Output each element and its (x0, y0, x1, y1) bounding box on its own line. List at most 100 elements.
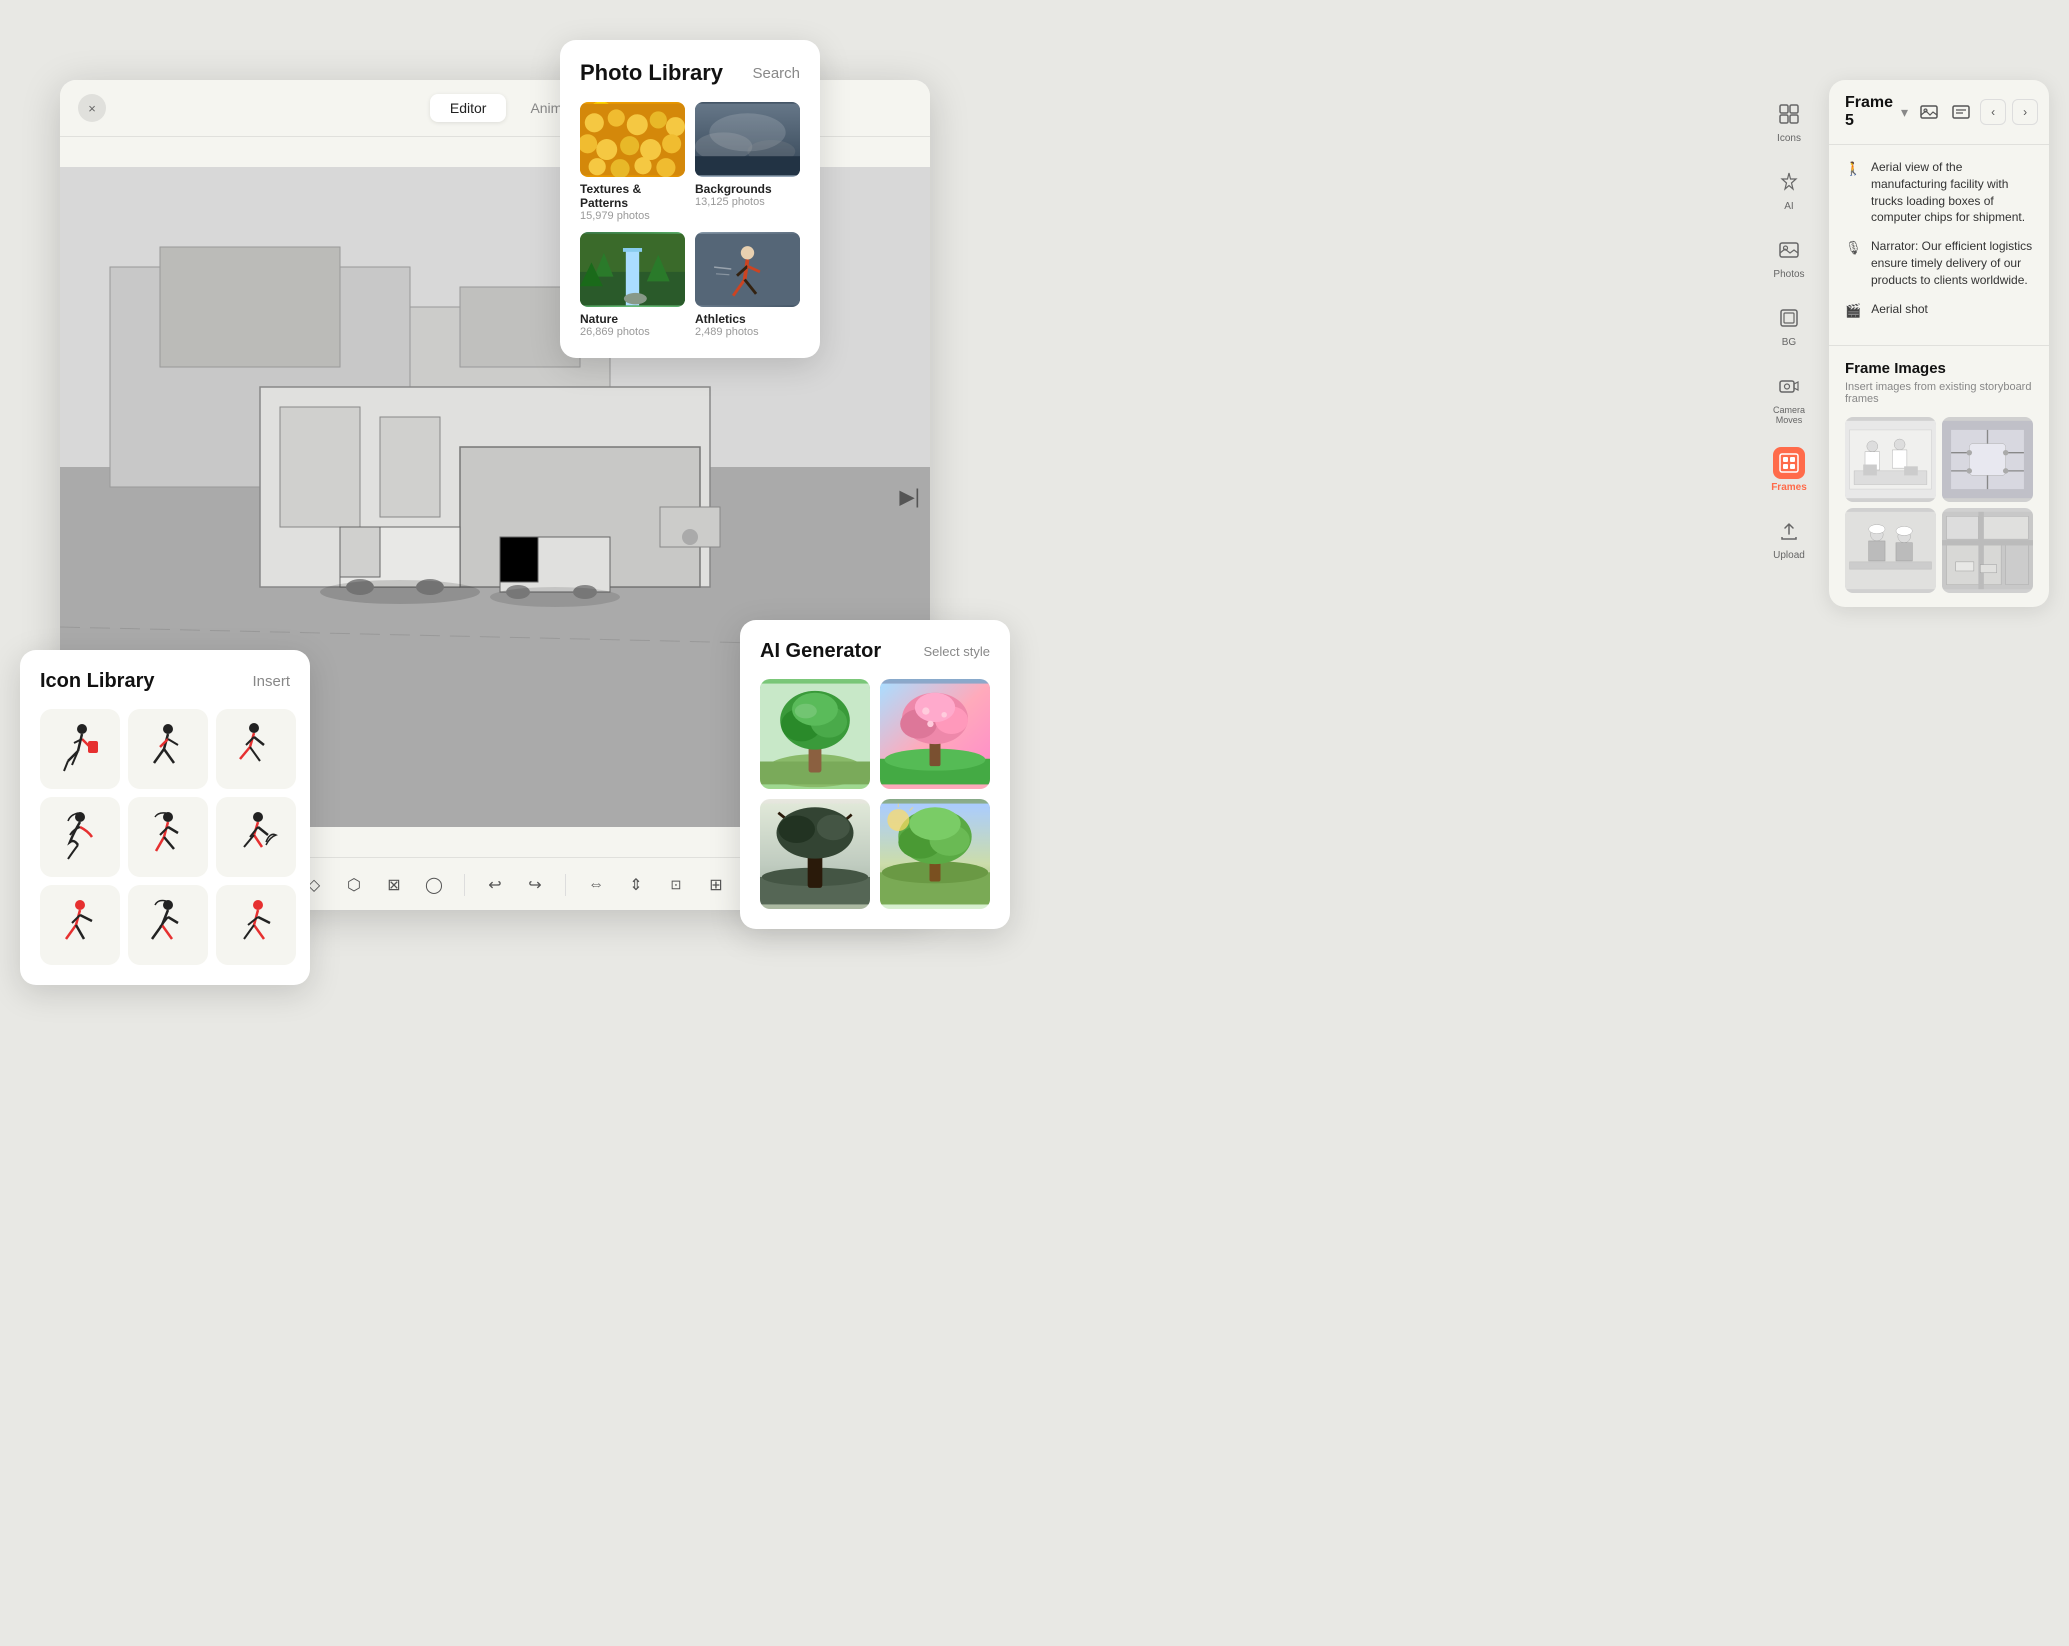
photo-label-nature: Nature (580, 312, 685, 326)
ai-image-1[interactable] (760, 679, 870, 789)
photo-thumb-backgrounds (695, 102, 800, 177)
icon-cell-2[interactable] (128, 709, 208, 789)
sidebar-tool-frames[interactable]: Frames (1765, 439, 1813, 501)
close-button[interactable]: × (78, 94, 106, 122)
photo-library-search[interactable]: Search (752, 65, 800, 82)
photo-count-textures: 15,979 photos (580, 210, 685, 222)
ai-image-2[interactable] (880, 679, 990, 789)
scene-item-1: 🚶 Aerial view of the manufacturing facil… (1845, 159, 2033, 226)
icon-cell-8[interactable] (128, 885, 208, 965)
scene-text-2: Narrator: Our efficient logistics ensure… (1871, 238, 2033, 288)
ai-generator-title: AI Generator (760, 640, 881, 663)
photo-category-nature[interactable]: Nature 26,869 photos (580, 232, 685, 338)
icon-cell-3[interactable] (216, 709, 296, 789)
icon-cell-6[interactable] (216, 797, 296, 877)
sidebar-label-ai: AI (1784, 201, 1793, 212)
shape-tool[interactable]: ◯ (420, 871, 448, 899)
sidebar-label-upload: Upload (1773, 550, 1805, 561)
redo-tool[interactable]: ↪ (521, 871, 549, 899)
icon-cell-9[interactable] (216, 885, 296, 965)
frame-images-section: Frame Images Insert images from existing… (1829, 346, 2049, 607)
frame-thumb-aerial[interactable] (1942, 508, 2033, 593)
photo-count-athletics: 2,489 photos (695, 326, 800, 338)
frame-panel-header: Frame 5 ▾ ‹ › (1829, 80, 2049, 145)
frame-images-subtitle: Insert images from existing storyboard f… (1845, 381, 2033, 405)
ai-style-selector[interactable]: Select style (924, 644, 990, 659)
toolbar-separator-1 (464, 874, 465, 896)
photo-library-header: Photo Library Search (580, 60, 800, 86)
tab-editor[interactable]: Editor (430, 94, 507, 122)
photo-category-textures[interactable]: Textures & Patterns 15,979 photos (580, 102, 685, 222)
ai-image-4[interactable] (880, 799, 990, 909)
icon-cell-7[interactable] (40, 885, 120, 965)
frame-thumb-worker[interactable] (1845, 508, 1936, 593)
frame-thumb-lab[interactable] (1845, 417, 1936, 502)
photo-count-nature: 26,869 photos (580, 326, 685, 338)
sidebar-tool-bg[interactable]: BG (1767, 294, 1811, 356)
scene-camera-icon: 🎬 (1845, 303, 1861, 319)
icon-library-title: Icon Library (40, 670, 154, 693)
photo-grid: Textures & Patterns 15,979 photos (580, 102, 800, 338)
icons-tool-icon (1773, 98, 1805, 130)
icon-library-header: Icon Library Insert (40, 670, 290, 693)
sidebar-label-icons: Icons (1777, 133, 1801, 144)
next-frame-button[interactable]: › (2012, 99, 2038, 125)
photo-label-athletics: Athletics (695, 312, 800, 326)
flip-h-tool[interactable]: ⇔ (582, 871, 610, 899)
scene-mic-icon: 🎙 (1845, 240, 1861, 256)
icon-cell-5[interactable] (128, 797, 208, 877)
photo-category-athletics[interactable]: Athletics 2,489 photos (695, 232, 800, 338)
icon-library-panel: Icon Library Insert (20, 650, 310, 985)
bg-tool-icon (1773, 302, 1805, 334)
ai-generator-header: AI Generator Select style (760, 640, 990, 663)
frame-text-icon[interactable] (1948, 99, 1974, 125)
photo-label-textures: Textures & Patterns (580, 182, 685, 210)
frames-tool-icon (1773, 447, 1805, 479)
sidebar-label-photos: Photos (1773, 269, 1804, 280)
frame-images-title: Frame Images (1845, 360, 2033, 377)
sidebar-tool-ai[interactable]: AI (1767, 158, 1811, 220)
undo-tool[interactable]: ↩ (481, 871, 509, 899)
scene-text-1: Aerial view of the manufacturing facilit… (1871, 159, 2033, 226)
upload-tool-icon (1773, 515, 1805, 547)
ai-image-3[interactable] (760, 799, 870, 909)
scene-description: 🚶 Aerial view of the manufacturing facil… (1829, 145, 2049, 346)
photo-label-backgrounds: Backgrounds (695, 182, 800, 196)
eraser-tool[interactable]: ⊠ (380, 871, 408, 899)
sidebar-tool-icons[interactable]: Icons (1767, 90, 1811, 152)
insert-image-tool[interactable]: ⊞ (702, 871, 730, 899)
fill-tool[interactable]: ⬡ (340, 871, 368, 899)
sidebar-tool-photos[interactable]: Photos (1767, 226, 1811, 288)
photo-library-title: Photo Library (580, 60, 723, 86)
sidebar-label-bg: BG (1782, 337, 1796, 348)
photos-tool-icon (1773, 234, 1805, 266)
frame-header-right: ‹ › (1916, 99, 2038, 125)
frame-image-icon[interactable] (1916, 99, 1942, 125)
sidebar-label-frames: Frames (1771, 482, 1807, 493)
prev-frame-button[interactable]: ‹ (1980, 99, 2006, 125)
photo-thumb-textures (580, 102, 685, 177)
photo-thumb-nature (580, 232, 685, 307)
ai-generator-panel: AI Generator Select style (740, 620, 1010, 929)
scene-item-2: 🎙 Narrator: Our efficient logistics ensu… (1845, 238, 2033, 288)
sidebar-tools: Icons AI Photos BG (1759, 80, 1819, 579)
scene-text-3: Aerial shot (1871, 301, 1928, 318)
icon-cell-1[interactable] (40, 709, 120, 789)
camera-tool-icon (1773, 370, 1805, 402)
icon-library-insert-button[interactable]: Insert (252, 673, 290, 690)
icon-cell-4[interactable] (40, 797, 120, 877)
frame-thumb-circuit[interactable] (1942, 417, 2033, 502)
ai-tool-icon (1773, 166, 1805, 198)
photo-category-backgrounds[interactable]: Backgrounds 13,125 photos (695, 102, 800, 222)
flip-v-tool[interactable]: ⇕ (622, 871, 650, 899)
scene-item-3: 🎬 Aerial shot (1845, 301, 2033, 319)
toolbar-separator-2 (565, 874, 566, 896)
frame-dropdown[interactable]: ▾ (1901, 104, 1908, 121)
photo-thumb-athletics (695, 232, 800, 307)
photo-library-panel: Photo Library Search (560, 40, 820, 358)
frame-thumbs-grid (1845, 417, 2033, 593)
canvas-nav-arrow[interactable]: ▶| (899, 485, 920, 510)
crop-tool[interactable]: ⊡ (662, 871, 690, 899)
sidebar-tool-upload[interactable]: Upload (1767, 507, 1811, 569)
sidebar-tool-camera[interactable]: CameraMoves (1767, 362, 1811, 433)
